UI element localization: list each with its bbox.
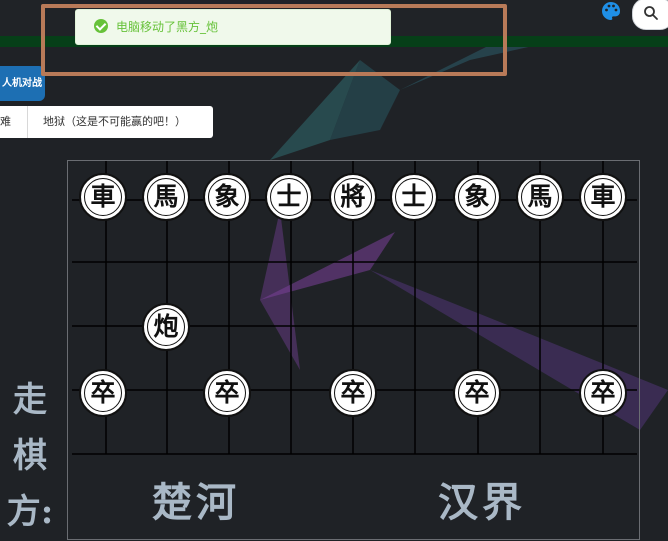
chess-piece[interactable]: 卒 [453,369,501,417]
difficulty-selector: 难 地狱（这是不可能赢的吧！） [0,106,213,138]
river-label-left: 楚河 [152,479,240,526]
chess-piece[interactable]: 卒 [329,369,377,417]
piece-label: 象 [464,182,490,211]
highlight-box [41,4,507,76]
piece-label: 卒 [90,378,116,407]
piece-label: 車 [90,182,116,211]
chess-piece[interactable]: 馬 [142,173,190,221]
piece-label: 馬 [527,182,553,211]
search-button[interactable] [632,0,668,30]
piece-label: 象 [214,182,240,211]
chess-piece[interactable]: 將 [329,173,377,221]
piece-label: 卒 [340,378,366,407]
tab-vs-computer[interactable]: 人机对战 [0,66,45,101]
piece-label: 士 [276,182,302,211]
divider [27,106,28,138]
chess-piece[interactable]: 象 [203,173,251,221]
piece-label: 士 [401,182,427,211]
chess-piece[interactable]: 士 [390,173,438,221]
piece-label: 將 [340,182,366,211]
turn-label-char-3: 方: [6,492,54,532]
chess-piece[interactable]: 士 [265,173,313,221]
river-label-right: 汉界 [438,479,526,526]
chess-piece[interactable]: 象 [453,173,501,221]
piece-label: 炮 [153,312,179,341]
difficulty-option-hard[interactable]: 难 [0,106,11,138]
piece-label: 卒 [214,378,240,407]
difficulty-option-hell[interactable]: 地狱（这是不可能赢的吧！） [43,106,186,138]
palette-icon[interactable] [600,0,622,22]
piece-label: 車 [590,182,616,211]
chess-piece[interactable]: 馬 [516,173,564,221]
piece-label: 卒 [590,378,616,407]
piece-label: 馬 [153,182,179,211]
search-icon [644,6,658,20]
chess-piece[interactable]: 車 [579,173,627,221]
piece-label: 卒 [464,378,490,407]
chess-piece[interactable]: 車 [79,173,127,221]
chess-piece[interactable]: 炮 [142,303,190,351]
chess-piece[interactable]: 卒 [79,369,127,417]
chess-piece[interactable]: 卒 [579,369,627,417]
chess-piece[interactable]: 卒 [203,369,251,417]
turn-label-char-1: 走 [13,380,47,420]
turn-label-char-2: 棋 [13,436,47,476]
